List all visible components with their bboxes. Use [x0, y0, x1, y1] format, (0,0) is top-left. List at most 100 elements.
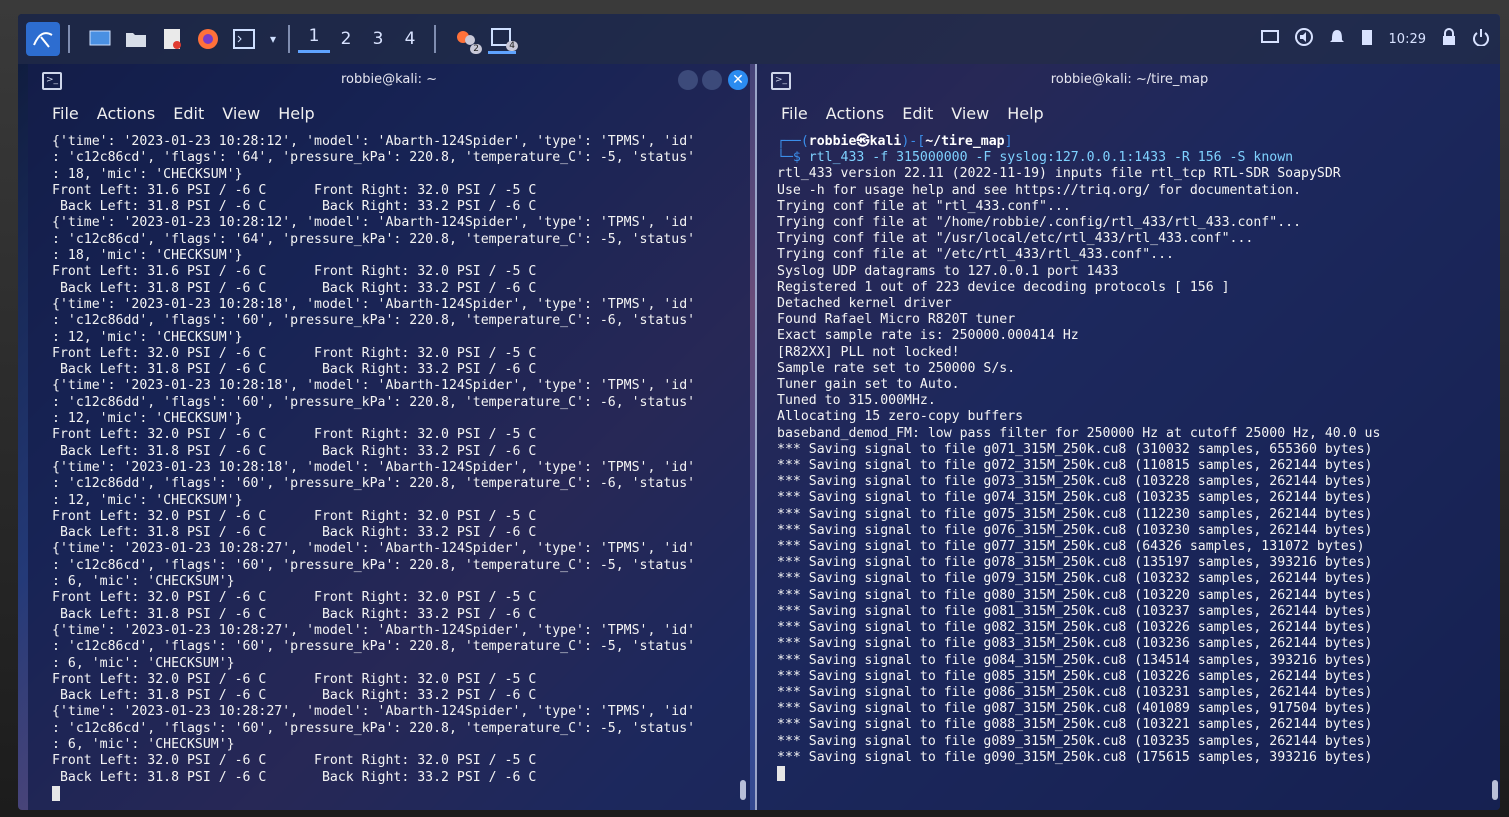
output-line: : 18, 'mic': 'CHECKSUM'} — [52, 248, 243, 264]
output-line: Back Left: 31.8 PSI / -6 C Back Right: 3… — [52, 525, 537, 541]
output-line: *** Saving signal to file g078_315M_250k… — [777, 555, 1373, 571]
desktop-icon[interactable] — [86, 26, 114, 52]
terminal-window-left[interactable]: >_ robbie@kali: ~ ✕ File Actions Edit Vi… — [28, 64, 750, 810]
menu-actions[interactable]: Actions — [97, 104, 155, 123]
kali-menu-icon[interactable] — [26, 22, 60, 56]
taskbar: ▾ 1 2 3 4 2 4 10:29 — [18, 14, 1500, 64]
output-line: Use -h for usage help and see https://tr… — [777, 182, 1302, 198]
taskbar-separator — [68, 25, 70, 53]
output-line: Front Left: 31.6 PSI / -6 C Front Right:… — [52, 264, 537, 280]
output-line: {'time': '2023-01-23 10:28:18', 'model':… — [52, 378, 696, 394]
output-line: *** Saving signal to file g076_315M_250k… — [777, 522, 1373, 538]
workspace-4[interactable]: 4 — [394, 29, 426, 49]
titlebar[interactable]: >_ robbie@kali: ~ ✕ — [28, 64, 750, 98]
output-line: Trying conf file at "/usr/local/etc/rtl_… — [777, 231, 1254, 247]
output-line: Front Left: 31.6 PSI / -6 C Front Right:… — [52, 182, 537, 198]
menu-edit[interactable]: Edit — [173, 104, 204, 123]
window-title: robbie@kali: ~/tire_map — [1050, 72, 1209, 87]
output-line: : 6, 'mic': 'CHECKSUM'} — [52, 655, 235, 671]
volume-icon[interactable] — [1294, 28, 1313, 50]
bell-icon[interactable] — [1329, 28, 1345, 50]
output-line: : 12, 'mic': 'CHECKSUM'} — [52, 411, 243, 427]
output-line: baseband_demod_FM: low pass filter for 2… — [777, 425, 1381, 441]
clock[interactable]: 10:29 — [1389, 32, 1426, 47]
output-line: Back Left: 31.8 PSI / -6 C Back Right: 3… — [52, 606, 537, 622]
output-line: *** Saving signal to file g071_315M_250k… — [777, 441, 1373, 457]
scrollbar[interactable] — [740, 780, 746, 800]
output-line: {'time': '2023-01-23 10:28:27', 'model':… — [52, 704, 696, 720]
terminal-output[interactable]: ┌──(robbie㉿kali)-[~/tire_map] └─$ rtl_43… — [757, 128, 1500, 783]
menu-edit[interactable]: Edit — [902, 104, 933, 123]
menu-actions[interactable]: Actions — [826, 104, 884, 123]
output-line: *** Saving signal to file g075_315M_250k… — [777, 506, 1373, 522]
output-line: *** Saving signal to file g081_315M_250k… — [777, 603, 1373, 619]
output-line: {'time': '2023-01-23 10:28:12', 'model':… — [52, 215, 696, 231]
output-line: *** Saving signal to file g086_315M_250k… — [777, 684, 1373, 700]
output-line: *** Saving signal to file g088_315M_250k… — [777, 717, 1373, 733]
output-line: {'time': '2023-01-23 10:28:18', 'model':… — [52, 459, 696, 475]
terminal-output[interactable]: {'time': '2023-01-23 10:28:12', 'model':… — [28, 128, 750, 803]
output-line: *** Saving signal to file g085_315M_250k… — [777, 668, 1373, 684]
prompt-line: ┌──(robbie㉿kali)-[~/tire_map] — [777, 134, 1013, 149]
desktop-screen: ▾ 1 2 3 4 2 4 10:29 >_ robbie@kali: ~ ✕ … — [18, 14, 1500, 810]
menu-file[interactable]: File — [781, 104, 808, 123]
minimize-button[interactable] — [678, 70, 698, 90]
output-line: : 'c12c86dd', 'flags': '60', 'pressure_k… — [52, 394, 696, 410]
output-line: Back Left: 31.8 PSI / -6 C Back Right: 3… — [52, 199, 537, 215]
output-line: Found Rafael Micro R820T tuner — [777, 312, 1016, 328]
maximize-button[interactable] — [702, 70, 722, 90]
system-tray: 10:29 — [1260, 14, 1490, 64]
output-line: Back Left: 31.8 PSI / -6 C Back Right: 3… — [52, 280, 537, 296]
output-line: *** Saving signal to file g090_315M_250k… — [777, 749, 1373, 765]
output-line: Trying conf file at "/home/robbie/.confi… — [777, 215, 1302, 231]
output-line: Tuned to 315.000MHz. — [777, 393, 936, 409]
output-line: *** Saving signal to file g072_315M_250k… — [777, 458, 1373, 474]
output-line: *** Saving signal to file g080_315M_250k… — [777, 587, 1373, 603]
text-editor-icon[interactable] — [158, 26, 186, 52]
badge: 2 — [470, 44, 482, 54]
output-line: : 'c12c86cd', 'flags': '60', 'pressure_k… — [52, 639, 696, 655]
output-line: Back Left: 31.8 PSI / -6 C Back Right: 3… — [52, 769, 537, 785]
terminal-group-icon[interactable]: 4 — [488, 25, 518, 54]
output-line: Front Left: 32.0 PSI / -6 C Front Right:… — [52, 671, 537, 687]
chevron-down-icon[interactable]: ▾ — [266, 26, 280, 52]
prompt-user: robbie㉿kali — [808, 134, 902, 149]
window-title: robbie@kali: ~ — [340, 72, 438, 87]
firefox-icon[interactable] — [194, 26, 222, 52]
output-line: {'time': '2023-01-23 10:28:27', 'model':… — [52, 541, 696, 557]
output-line: Trying conf file at "rtl_433.conf"... — [777, 198, 1071, 214]
menu-help[interactable]: Help — [278, 104, 314, 123]
menu-view[interactable]: View — [222, 104, 260, 123]
output-line: {'time': '2023-01-23 10:28:18', 'model':… — [52, 296, 696, 312]
output-line: {'time': '2023-01-23 10:28:12', 'model':… — [52, 134, 696, 149]
terminal-icon[interactable] — [230, 26, 258, 52]
titlebar[interactable]: >_ robbie@kali: ~/tire_map — [757, 64, 1500, 98]
output-line: *** Saving signal to file g087_315M_250k… — [777, 701, 1373, 717]
output-line: *** Saving signal to file g089_315M_250k… — [777, 733, 1373, 749]
terminal-window-right[interactable]: >_ robbie@kali: ~/tire_map File Actions … — [755, 64, 1500, 810]
menu-file[interactable]: File — [52, 104, 79, 123]
network-icon[interactable] — [1260, 29, 1279, 49]
battery-icon[interactable] — [1361, 28, 1373, 50]
close-button[interactable]: ✕ — [728, 70, 748, 90]
prompt-arrow: └─$ — [777, 150, 809, 166]
files-icon[interactable] — [122, 26, 150, 52]
text-cursor — [777, 765, 785, 781]
menubar: File Actions Edit View Help — [757, 98, 1500, 128]
output-line: Front Left: 32.0 PSI / -6 C Front Right:… — [52, 590, 537, 606]
output-line: : 18, 'mic': 'CHECKSUM'} — [52, 166, 243, 182]
output-line: [R82XX] PLL not locked! — [777, 344, 960, 360]
scrollbar[interactable] — [1492, 780, 1498, 800]
lock-icon[interactable] — [1442, 28, 1456, 50]
menubar: File Actions Edit View Help — [28, 98, 750, 128]
power-icon[interactable] — [1472, 28, 1490, 50]
workspace-2[interactable]: 2 — [330, 29, 362, 49]
workspace-3[interactable]: 3 — [362, 29, 394, 49]
menu-view[interactable]: View — [951, 104, 989, 123]
output-line: *** Saving signal to file g084_315M_250k… — [777, 652, 1373, 668]
workspace-1[interactable]: 1 — [298, 26, 330, 53]
menu-help[interactable]: Help — [1007, 104, 1043, 123]
output-line: Back Left: 31.8 PSI / -6 C Back Right: 3… — [52, 443, 537, 459]
app-group-icon[interactable]: 2 — [452, 26, 482, 54]
output-line: Syslog UDP datagrams to 127.0.0.1 port 1… — [777, 263, 1119, 279]
